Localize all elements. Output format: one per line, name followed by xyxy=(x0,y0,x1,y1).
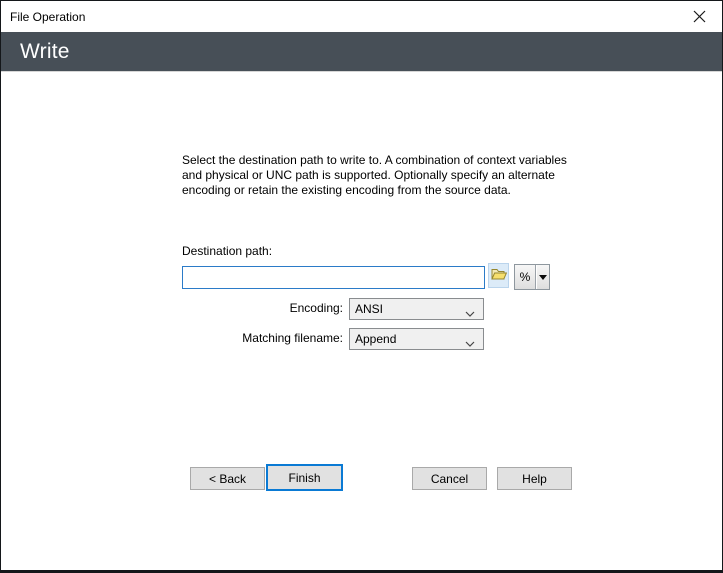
finish-button[interactable]: Finish xyxy=(266,464,343,491)
destination-path-label: Destination path: xyxy=(182,244,272,258)
browse-folder-button[interactable] xyxy=(488,263,509,288)
destination-path-input[interactable] xyxy=(182,266,485,289)
insert-variable-split-button[interactable]: % xyxy=(514,264,550,290)
encoding-select[interactable]: ANSI xyxy=(349,298,484,320)
wizard-banner: Write xyxy=(1,32,722,72)
matching-selected-value: Append xyxy=(355,332,396,346)
encoding-label: Encoding: xyxy=(182,301,343,315)
triangle-down-icon xyxy=(539,275,547,280)
back-button[interactable]: < Back xyxy=(190,467,265,490)
file-operation-dialog: File Operation Write Select the destinat… xyxy=(0,0,723,573)
help-button[interactable]: Help xyxy=(497,467,572,490)
titlebar: File Operation xyxy=(1,1,722,32)
chevron-down-icon xyxy=(465,306,475,320)
page-title: Write xyxy=(1,40,70,64)
close-button[interactable] xyxy=(677,1,722,32)
chevron-down-icon xyxy=(465,336,475,350)
open-folder-icon xyxy=(491,267,507,285)
encoding-selected-value: ANSI xyxy=(355,302,383,316)
close-icon xyxy=(693,10,706,23)
matching-filename-label: Matching filename: xyxy=(182,331,343,345)
percent-button-label[interactable]: % xyxy=(515,265,536,289)
percent-dropdown-arrow[interactable] xyxy=(536,265,549,289)
matching-filename-select[interactable]: Append xyxy=(349,328,484,350)
window-title: File Operation xyxy=(1,10,85,24)
page-description: Select the destination path to write to.… xyxy=(182,153,570,198)
cancel-button[interactable]: Cancel xyxy=(412,467,487,490)
